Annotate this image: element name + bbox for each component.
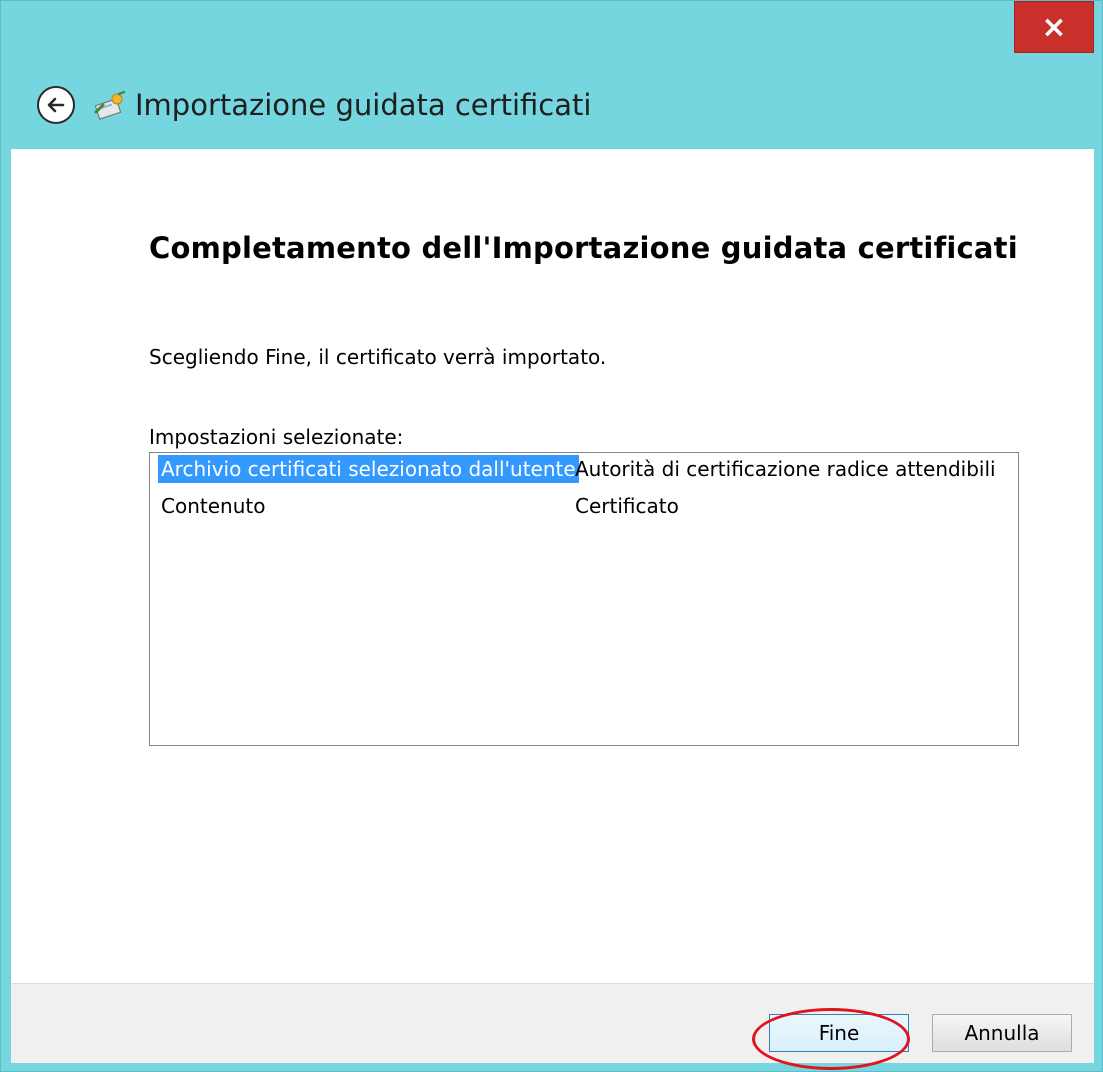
close-button[interactable]: ×: [1014, 1, 1094, 53]
settings-listbox[interactable]: Archivio certificati selezionato dall'ut…: [149, 452, 1019, 746]
cancel-button[interactable]: Annulla: [932, 1014, 1072, 1052]
setting-value: Certificato: [575, 494, 679, 518]
close-icon: ×: [1041, 9, 1067, 45]
settings-label: Impostazioni selezionate:: [149, 425, 404, 449]
setting-name[interactable]: Archivio certificati selezionato dall'ut…: [158, 455, 579, 483]
wizard-header: Importazione guidata certificati: [37, 83, 591, 127]
list-item[interactable]: Archivio certificati selezionato dall'ut…: [150, 453, 1018, 483]
list-item[interactable]: Contenuto Certificato: [150, 490, 1018, 520]
wizard-title: Importazione guidata certificati: [135, 88, 592, 122]
setting-value: Autorità di certificazione radice attend…: [575, 457, 996, 481]
intro-text: Scegliendo Fine, il certificato verrà im…: [149, 345, 607, 369]
wizard-window: × Importazione guidata certificati Compl…: [0, 0, 1103, 1072]
page-heading: Completamento dell'Importazione guidata …: [149, 231, 1018, 265]
wizard-content: Completamento dell'Importazione guidata …: [11, 149, 1094, 983]
back-button[interactable]: [37, 86, 75, 124]
finish-button[interactable]: Fine: [769, 1014, 909, 1052]
wizard-footer: Fine Annulla: [11, 983, 1094, 1063]
setting-name[interactable]: Contenuto: [158, 492, 268, 520]
back-arrow-icon: [47, 97, 65, 113]
certificate-wizard-icon: [94, 90, 126, 120]
